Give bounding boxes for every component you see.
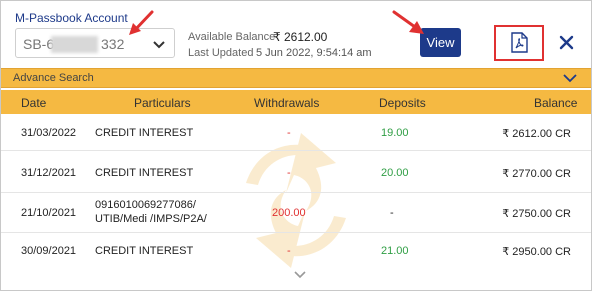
row-date: 21/10/2021: [21, 207, 77, 219]
last-updated-value: 5 Jun 2022, 9:54:14 am: [256, 47, 372, 59]
advance-search-bar[interactable]: Advance Search: [1, 68, 591, 88]
masked-digits: [51, 36, 98, 53]
account-number-prefix: SB-6: [23, 36, 55, 52]
row-deposit: -: [390, 207, 394, 219]
row-date: 31/03/2022: [21, 127, 77, 139]
pdf-download-button[interactable]: [494, 25, 544, 61]
row-balance: ₹ 2770.00 CR: [502, 168, 571, 180]
chevron-down-icon: [153, 41, 165, 49]
pdf-icon: [511, 32, 528, 53]
row-particulars: CREDIT INTEREST: [95, 127, 194, 139]
row-date: 30/09/2021: [21, 245, 77, 257]
column-particulars: Particulars: [134, 96, 191, 110]
row-deposit: 19.00: [381, 127, 409, 139]
row-particulars-line1: 0916010069277086/: [95, 199, 196, 211]
passbook-header: M-Passbook Account SB-6 332 Available Ba…: [1, 1, 591, 67]
row-withdrawal: -: [287, 245, 291, 257]
row-withdrawal: -: [287, 127, 291, 139]
annotation-arrow-icon: [392, 10, 424, 34]
chevron-down-icon[interactable]: [563, 72, 577, 84]
table-header: Date Particulars Withdrawals Deposits Ba…: [1, 90, 591, 114]
column-deposits: Deposits: [379, 96, 426, 110]
row-deposit: 21.00: [381, 245, 409, 257]
row-date: 31/12/2021: [21, 167, 77, 179]
passbook-window: M-Passbook Account SB-6 332 Available Ba…: [0, 0, 592, 291]
row-particulars: CREDIT INTEREST: [95, 245, 194, 257]
available-balance-value: ₹ 2612.00: [273, 30, 328, 44]
table-row[interactable]: 30/09/2021 CREDIT INTEREST - 21.00 ₹ 295…: [1, 233, 591, 269]
column-balance: Balance: [534, 96, 578, 110]
row-balance: ₹ 2950.00 CR: [502, 246, 571, 258]
column-withdrawals: Withdrawals: [254, 96, 320, 110]
account-number-suffix: 332: [101, 36, 125, 52]
table-row[interactable]: 31/03/2022 CREDIT INTEREST - 19.00 ₹ 261…: [1, 114, 591, 151]
row-balance: ₹ 2750.00 CR: [502, 208, 571, 220]
column-date: Date: [21, 96, 47, 110]
chevron-down-icon[interactable]: [293, 270, 307, 280]
close-icon[interactable]: [559, 35, 574, 50]
row-particulars-line2: UTIB/Medi /IMPS/P2A/: [95, 213, 207, 225]
annotation-arrow-icon: [129, 10, 154, 35]
row-deposit: 20.00: [381, 167, 409, 179]
table-row[interactable]: 21/10/2021 0916010069277086/ UTIB/Medi /…: [1, 193, 591, 233]
available-balance-label: Available Balance: [188, 31, 276, 43]
advance-search-label: Advance Search: [13, 72, 94, 84]
last-updated-label: Last Updated: [188, 47, 254, 59]
row-particulars: CREDIT INTEREST: [95, 167, 194, 179]
table-row[interactable]: 31/12/2021 CREDIT INTEREST - 20.00 ₹ 277…: [1, 151, 591, 193]
row-withdrawal: -: [287, 167, 291, 179]
account-label: M-Passbook Account: [15, 11, 128, 25]
row-balance: ₹ 2612.00 CR: [502, 128, 571, 140]
row-withdrawal: 200.00: [272, 207, 306, 219]
